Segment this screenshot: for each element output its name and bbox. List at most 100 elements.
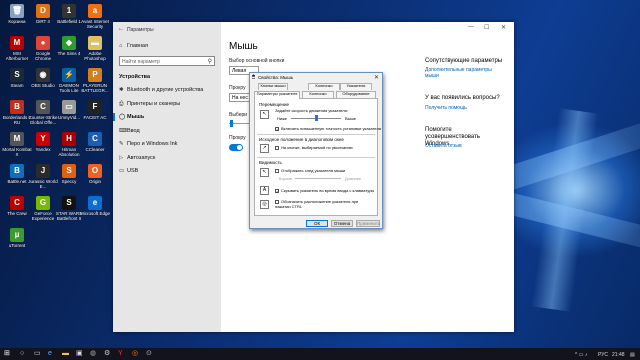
nav-icon: ▷: [119, 154, 124, 161]
app-icon: ◉: [36, 68, 50, 82]
nav-icon: ⎙: [119, 100, 124, 107]
desktop-icon[interactable]: µ uTorrent: [2, 227, 32, 261]
desktop-icon-label: uTorrent: [8, 243, 26, 248]
speed-label: Задайте скорость движения указателя:: [275, 108, 348, 113]
app-icon: H: [62, 132, 76, 146]
tab-buttons[interactable]: Кнопки мыши: [258, 83, 288, 90]
search-icon: ⚲: [207, 59, 212, 65]
desktop-icon[interactable]: a Avast Internet Security: [80, 3, 110, 37]
app-icon: ◆: [62, 36, 76, 50]
app-icon: B: [10, 100, 24, 114]
search-box[interactable]: Найти параметр ⚲: [119, 56, 215, 66]
settings-taskbar-icon[interactable]: ⚙: [104, 350, 110, 358]
tray-icons[interactable]: ^ ▭ ♪: [575, 351, 587, 359]
app-icon: S: [62, 164, 76, 178]
clock[interactable]: 21:48: [612, 351, 625, 359]
search-input[interactable]: Найти параметр: [122, 59, 160, 65]
sidebar-item[interactable]: ✱ Bluetooth и другие устройства: [119, 87, 203, 93]
start-icon[interactable]: ⊞: [4, 350, 10, 358]
explorer-taskbar-icon[interactable]: ▬: [62, 350, 69, 358]
trail-checkbox[interactable]: Отображать след указателя мыши: [275, 168, 345, 173]
settings-window-title: Параметры: [127, 27, 154, 33]
show-location-icon: ◎: [260, 200, 269, 209]
desktop-icon[interactable]: C CCleaner: [80, 131, 110, 165]
sidebar-item[interactable]: ✎ Перо и Windows Ink: [119, 141, 177, 147]
sidebar-item[interactable]: ▭ USB: [119, 168, 138, 174]
desktop-icon[interactable]: ▬ Adobe Photoshop: [80, 35, 110, 69]
desktop-icon-label: FACEIT AC: [83, 115, 107, 120]
dialog-close-icon[interactable]: ✕: [374, 74, 379, 81]
app-icon: M: [10, 132, 24, 146]
notifications-icon[interactable]: ▤: [630, 351, 635, 359]
app-icon: Y: [36, 132, 50, 146]
feedback-link[interactable]: Оставить отзыв: [425, 143, 462, 149]
pointer-options-panel: Перемещение ↖ Задайте скорость движения …: [254, 98, 381, 216]
desktop-icon[interactable]: e Microsoft Edge: [80, 195, 110, 229]
nav-icon: ✎: [119, 141, 124, 147]
lines-slider-thumb[interactable]: [230, 120, 233, 127]
desktop-icon[interactable]: P PLAYERUN BATTLEGR...: [80, 67, 110, 101]
tab-wheel-top[interactable]: Колесико: [308, 83, 340, 90]
app-icon: M: [10, 36, 24, 50]
scroll-inactive-toggle[interactable]: [229, 144, 243, 151]
dialog-title: Свойства: Мышь: [258, 75, 294, 80]
app-icon: C: [88, 132, 102, 146]
precision-checkbox[interactable]: ✓ Включить повышенную точность установки …: [275, 126, 381, 131]
app-icon: S: [10, 68, 24, 82]
app-icon: e: [88, 196, 102, 210]
app-icon: µ: [10, 228, 24, 242]
app-icon: C: [36, 100, 50, 114]
app-icon: O: [88, 164, 102, 178]
desktop-icon-grid: 🗑 Корзина D DiRT 4 1 Battlefield 1 a Avast Inte…: [0, 0, 110, 348]
back-arrow-icon[interactable]: ←: [118, 26, 124, 32]
store-taskbar-icon[interactable]: ▣: [76, 350, 83, 358]
taskbar: ⊞ ○ ▭ e ▬ ▣ ◍ ⚙ Y ◎ ⊙ ^ ▭ ♪ РУС 21:48 ▤: [0, 348, 640, 360]
sidebar-item-label: USB: [127, 168, 139, 174]
home-icon: ⌂: [119, 43, 123, 49]
desktop-icon-label: Microsoft Edge: [80, 211, 110, 216]
app-taskbar-icon[interactable]: ⊙: [146, 350, 152, 358]
tab-pointer-options[interactable]: Параметры указателя: [254, 91, 300, 99]
apply-button[interactable]: Применить: [356, 220, 380, 227]
trail-long-label: Длиннее: [345, 176, 362, 181]
desktop-icon[interactable]: O Origin: [80, 163, 110, 197]
speed-high-label: Выше: [345, 116, 356, 121]
tab-wheel[interactable]: Колесико: [302, 91, 334, 98]
lines-label: Выбери: [229, 112, 248, 118]
tab-hardware[interactable]: Оборудование: [336, 91, 376, 98]
language-indicator[interactable]: РУС: [598, 351, 608, 359]
sidebar-item-label: Перо и Windows Ink: [127, 141, 178, 147]
yandex-taskbar-icon[interactable]: Y: [118, 350, 123, 358]
scroll-label: Прокру: [229, 85, 246, 91]
sidebar-item[interactable]: ⌨Ввод: [119, 128, 140, 134]
sidebar-item[interactable]: ⎙ Принтеры и сканеры: [119, 101, 180, 108]
desktop-icon[interactable]: F FACEIT AC: [80, 99, 110, 133]
desktop-icon-label: CCleaner: [85, 147, 105, 152]
default-group-label: Исходное положение в диалоговом окне: [259, 137, 344, 142]
app-icon: B: [10, 164, 24, 178]
ok-button[interactable]: ОК: [306, 220, 328, 227]
default-button-checkbox[interactable]: На кнопке, выбираемой по умолчанию: [275, 145, 353, 150]
sidebar-item[interactable]: ▷ Автозапуск: [119, 155, 155, 161]
edge-taskbar-icon[interactable]: e: [48, 350, 52, 358]
app-icon: ▭: [62, 100, 76, 114]
app-icon: 1: [62, 4, 76, 18]
speed-slider-thumb[interactable]: [315, 115, 318, 121]
hide-typing-checkbox[interactable]: ✓ Скрывать указатель во время ввода с кла…: [275, 188, 374, 193]
pointer-speed-icon: ↖: [260, 110, 269, 119]
task-view-icon[interactable]: ▭: [34, 350, 41, 358]
origin-taskbar-icon[interactable]: ◎: [132, 350, 138, 358]
steam-taskbar-icon[interactable]: ◍: [90, 350, 96, 358]
additional-mouse-options-link[interactable]: Дополнительные параметры мыши: [425, 67, 505, 79]
sidebar-item[interactable]: ◯ Мышь: [119, 114, 144, 120]
get-help-link[interactable]: Получить помощь: [425, 105, 467, 111]
desktop-icon-label: PLAYERUN BATTLEGR...: [81, 83, 109, 93]
trail-slider[interactable]: [295, 178, 341, 179]
selection-indicator: [113, 113, 115, 121]
cancel-button[interactable]: Отмена: [331, 220, 353, 227]
cortana-icon[interactable]: ○: [20, 350, 24, 358]
nav-home[interactable]: ⌂ Главная: [119, 43, 148, 49]
show-location-checkbox[interactable]: Обозначить расположение указателя при на…: [275, 199, 373, 209]
tab-pointers[interactable]: Указатели: [340, 83, 372, 90]
mouse-properties-dialog: 🖱 Свойства: Мышь ✕ Кнопки мыши Колесико …: [249, 72, 383, 229]
